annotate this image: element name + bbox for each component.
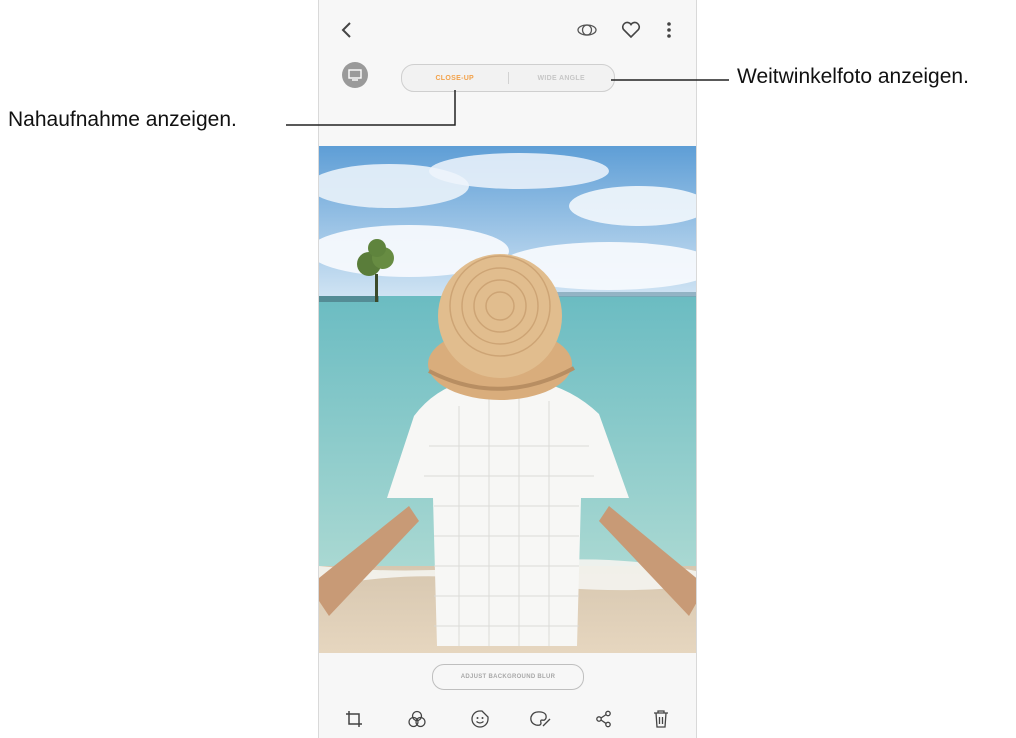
back-icon[interactable] (333, 16, 361, 44)
photo[interactable] (319, 146, 696, 653)
crop-icon[interactable] (341, 706, 367, 732)
delete-icon[interactable] (648, 706, 674, 732)
gallery-phone-screen: CLOSE-UP WIDE ANGLE ADJUST BACKGROUND BL… (318, 0, 697, 738)
editing-toolbar (319, 704, 696, 738)
sticker-icon[interactable] (467, 706, 493, 732)
top-bar (319, 0, 696, 60)
view-mode-toggle: CLOSE-UP WIDE ANGLE (401, 64, 615, 92)
palette-icon[interactable] (527, 706, 553, 732)
cast-icon[interactable] (342, 62, 368, 88)
adjust-background-blur-button[interactable]: ADJUST BACKGROUND BLUR (432, 664, 584, 690)
wide-angle-callout: Weitwinkelfoto anzeigen. (737, 65, 969, 88)
wide-angle-option[interactable]: WIDE ANGLE (509, 75, 615, 82)
share-icon[interactable] (591, 706, 617, 732)
more-icon[interactable] (655, 16, 683, 44)
close-up-callout: Nahaufnahme anzeigen. (8, 108, 237, 131)
close-up-option[interactable]: CLOSE-UP (402, 75, 508, 82)
filter-icon[interactable] (404, 706, 430, 732)
view-icon[interactable] (573, 16, 601, 44)
favorite-icon[interactable] (617, 16, 645, 44)
